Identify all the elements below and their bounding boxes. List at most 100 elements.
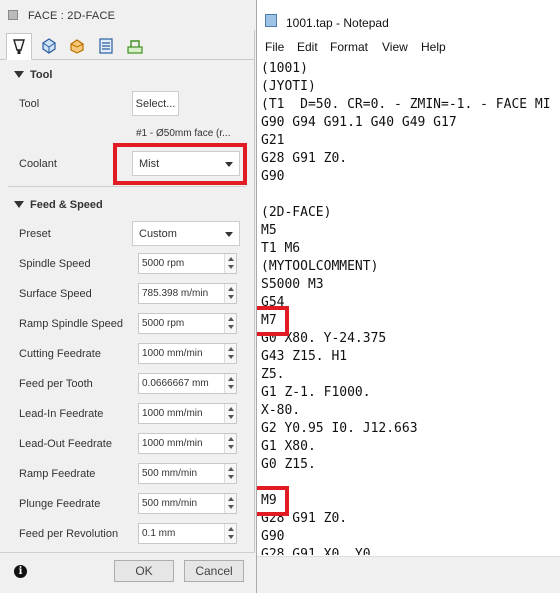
field-label: Ramp Spindle Speed [19, 318, 123, 330]
m9-highlight-box [257, 486, 289, 516]
dialog-titlebar: FACE : 2D-FACE [0, 0, 255, 30]
operation-dialog: FACE : 2D-FACE Tool Tool Select... #1 - … [0, 0, 255, 593]
spinner-arrows-icon[interactable] [224, 404, 236, 423]
field-input[interactable]: 5000 rpm [138, 313, 237, 334]
dialog-tabs [0, 30, 255, 60]
ok-button[interactable]: OK [114, 560, 174, 582]
menu-format[interactable]: Format [330, 40, 368, 54]
field-value: 5000 rpm [142, 258, 185, 269]
field-label: Lead-Out Feedrate [19, 438, 112, 450]
notepad-titlebar: 1001.tap - Notepad [257, 0, 560, 38]
code-line: G1 X80. [261, 439, 316, 454]
field-label: Ramp Feedrate [19, 468, 96, 480]
field-value: 5000 rpm [142, 318, 185, 329]
dialog-title: FACE : 2D-FACE [28, 10, 116, 22]
section-divider [8, 186, 246, 187]
field-value: 0.1 mm [142, 528, 176, 539]
spinner-arrows-icon[interactable] [224, 254, 236, 273]
cancel-button[interactable]: Cancel [184, 560, 244, 582]
field-input[interactable]: 500 mm/min [138, 493, 237, 514]
select-tool-button[interactable]: Select... [132, 91, 179, 116]
collapse-arrow-icon [14, 71, 24, 78]
collapse-arrow-icon [14, 201, 24, 208]
field-input[interactable]: 500 mm/min [138, 463, 237, 484]
notepad-text-area[interactable]: (1001) (JYOTI) (T1 D=50. CR=0. - ZMIN=-1… [257, 58, 560, 555]
code-line: G21 [261, 133, 285, 148]
geometry-tab-icon[interactable] [36, 33, 62, 59]
code-line: Z5. [261, 367, 285, 382]
tool-section-header[interactable]: Tool [0, 63, 250, 89]
notepad-bottom-bar [257, 556, 560, 593]
code-line: X-80. [261, 403, 301, 418]
spinner-arrows-icon[interactable] [224, 344, 236, 363]
spinner-arrows-icon[interactable] [224, 284, 236, 303]
m7-highlight-box [257, 306, 289, 336]
menu-file[interactable]: File [265, 40, 284, 54]
spinner-arrows-icon[interactable] [224, 374, 236, 393]
field-input[interactable]: 785.398 m/min [138, 283, 237, 304]
spinner-arrows-icon[interactable] [224, 434, 236, 453]
spinner-arrows-icon[interactable] [224, 314, 236, 333]
code-line: M5 [261, 223, 277, 238]
code-line: (JYOTI) [261, 79, 316, 94]
preset-value: Custom [139, 228, 177, 240]
field-value: 500 mm/min [142, 468, 198, 479]
field-label: Spindle Speed [19, 258, 91, 270]
field-label: Cutting Feedrate [19, 348, 101, 360]
notepad-menubar: File Edit Format View Help [257, 38, 560, 58]
spinner-arrows-icon[interactable] [224, 464, 236, 483]
code-line: G43 Z15. H1 [261, 349, 348, 364]
code-line: (1001) [261, 61, 308, 76]
tool-info: #1 - Ø50mm face (r... [136, 128, 231, 139]
code-line: (MYTOOLCOMMENT) [261, 259, 379, 274]
spinner-arrows-icon[interactable] [224, 494, 236, 513]
field-value: 1000 mm/min [142, 348, 203, 359]
passes-tab-icon[interactable] [93, 33, 119, 59]
code-line: G0 Z15. [261, 457, 316, 472]
field-input[interactable]: 0.1 mm [138, 523, 237, 544]
field-value: 785.398 m/min [142, 288, 209, 299]
code-line: S5000 M3 [261, 277, 324, 292]
field-label: Plunge Feedrate [19, 498, 101, 510]
dialog-app-icon [8, 10, 18, 20]
menu-help[interactable]: Help [421, 40, 446, 54]
feed-speed-section-header[interactable]: Feed & Speed [0, 193, 250, 219]
feed-speed-section-title: Feed & Speed [30, 199, 103, 211]
code-line: G90 G94 G91.1 G40 G49 G17 [261, 115, 457, 130]
code-line: G2 Y0.95 I0. J12.663 [261, 421, 418, 436]
field-input[interactable]: 0.0666667 mm [138, 373, 237, 394]
coolant-highlight-box [113, 143, 247, 185]
tool-section-title: Tool [30, 69, 53, 81]
field-label: Feed per Tooth [19, 378, 93, 390]
notepad-title: 1001.tap - Notepad [286, 16, 389, 30]
field-value: 500 mm/min [142, 498, 198, 509]
code-line: G90 [261, 529, 285, 544]
field-input[interactable]: 1000 mm/min [138, 403, 237, 424]
linking-tab-icon[interactable] [122, 33, 148, 59]
field-value: 1000 mm/min [142, 438, 203, 449]
field-input[interactable]: 5000 rpm [138, 253, 237, 274]
field-input[interactable]: 1000 mm/min [138, 343, 237, 364]
code-line: T1 M6 [261, 241, 301, 256]
field-input[interactable]: 1000 mm/min [138, 433, 237, 454]
field-label: Surface Speed [19, 288, 92, 300]
spinner-arrows-icon[interactable] [224, 524, 236, 543]
field-label: Feed per Revolution [19, 528, 119, 540]
tool-tab-icon[interactable] [6, 33, 32, 60]
heights-tab-icon[interactable] [64, 33, 90, 59]
code-line: (T1 D=50. CR=0. - ZMIN=-1. - FACE MI [261, 97, 551, 112]
menu-view[interactable]: View [382, 40, 408, 54]
notepad-icon [265, 14, 277, 27]
coolant-label: Coolant [19, 158, 57, 170]
code-line: G28 G91 X0. Y0. [261, 547, 379, 555]
notepad-window: 1001.tap - Notepad File Edit Format View… [256, 0, 560, 593]
dialog-footer: i OK Cancel [0, 552, 255, 593]
menu-edit[interactable]: Edit [297, 40, 318, 54]
field-label: Lead-In Feedrate [19, 408, 104, 420]
preset-select[interactable]: Custom [132, 221, 240, 246]
code-line: G28 G91 Z0. [261, 151, 348, 166]
tool-label: Tool [19, 98, 40, 110]
info-icon[interactable]: i [14, 565, 27, 578]
chevron-down-icon [225, 232, 233, 237]
code-line: G90 [261, 169, 285, 184]
